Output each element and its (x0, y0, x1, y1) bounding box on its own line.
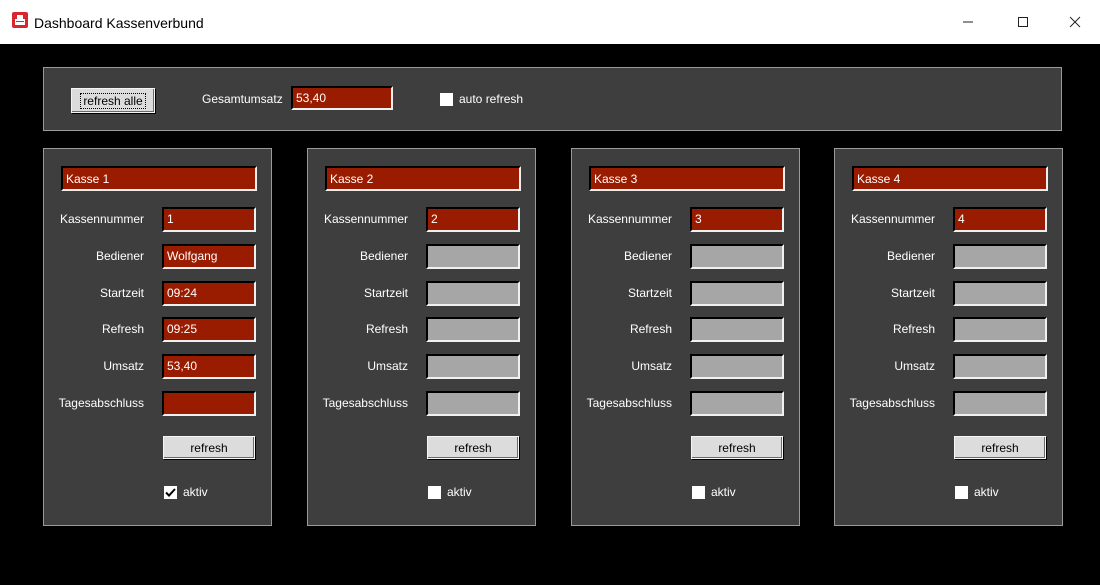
kasse-refresh-button[interactable]: refresh (691, 436, 783, 459)
aktiv-label: aktiv (447, 485, 472, 499)
umsatz-field[interactable]: 53,40 (162, 354, 256, 379)
aktiv-checkbox[interactable] (164, 486, 177, 499)
kasse-panel-2: Kasse 2 Kassennummer 2 Bediener Startzeit Ref… (307, 148, 536, 526)
bediener-field[interactable] (953, 244, 1047, 269)
refresh-label: Refresh (892, 322, 935, 336)
umsatz-label: Umsatz (103, 359, 144, 373)
close-icon (1069, 16, 1081, 28)
toolbar-panel: refresh alle Gesamtumsatz 53,40 auto ref… (43, 67, 1062, 131)
startzeit-label: Startzeit (99, 286, 144, 300)
refresh-label: Refresh (101, 322, 144, 336)
minimize-icon (963, 21, 973, 23)
tagesabschluss-label: Tagesabschluss (322, 396, 408, 410)
nummer-label: Kassennummer (59, 212, 144, 226)
tagesabschluss-field[interactable] (953, 391, 1047, 416)
bediener-label: Bediener (623, 249, 672, 263)
kasse-refresh-button[interactable]: refresh (954, 436, 1046, 459)
startzeit-label: Startzeit (627, 286, 672, 300)
umsatz-field[interactable] (690, 354, 784, 379)
refresh-label: Refresh (365, 322, 408, 336)
umsatz-field[interactable] (953, 354, 1047, 379)
kasse-name-field[interactable]: Kasse 4 (852, 166, 1048, 191)
bediener-field[interactable]: Wolfgang (162, 244, 256, 269)
nummer-field[interactable]: 1 (162, 207, 256, 232)
refresh-all-button[interactable]: refresh alle (71, 88, 155, 113)
umsatz-label: Umsatz (894, 359, 935, 373)
bediener-label: Bediener (95, 249, 144, 263)
window-title: Dashboard Kassenverbund (34, 15, 204, 31)
refresh-field[interactable] (426, 317, 520, 342)
startzeit-field[interactable] (426, 281, 520, 306)
tagesabschluss-label: Tagesabschluss (58, 396, 144, 410)
kasse-panel-1: Kasse 1 Kassennummer 1 Bediener Wolfgang Star… (43, 148, 272, 526)
close-button[interactable] (1050, 0, 1100, 44)
umsatz-label: Umsatz (631, 359, 672, 373)
checkmark-icon (165, 488, 176, 497)
tagesabschluss-field[interactable] (426, 391, 520, 416)
nummer-field[interactable]: 4 (953, 207, 1047, 232)
aktiv-checkbox[interactable] (692, 486, 705, 499)
refresh-label: Refresh (629, 322, 672, 336)
nummer-label: Kassennummer (587, 212, 672, 226)
maximize-icon (1018, 17, 1028, 27)
tagesabschluss-field[interactable] (690, 391, 784, 416)
auto-refresh-checkbox[interactable] (440, 93, 453, 106)
nummer-field[interactable]: 2 (426, 207, 520, 232)
tagesabschluss-field[interactable] (162, 391, 256, 416)
kasse-panel-3: Kasse 3 Kassennummer 3 Bediener Startzeit Ref… (571, 148, 800, 526)
auto-refresh-label: auto refresh (459, 92, 524, 106)
aktiv-label: aktiv (183, 485, 208, 499)
tagesabschluss-label: Tagesabschluss (849, 396, 935, 410)
startzeit-label: Startzeit (890, 286, 935, 300)
app-icon[interactable] (12, 12, 28, 28)
startzeit-field[interactable]: 09:24 (162, 281, 256, 306)
refresh-all-label: refresh alle (80, 92, 146, 109)
bediener-label: Bediener (359, 249, 408, 263)
app-window: Dashboard Kassenverbund refresh alle Ges… (0, 0, 1100, 585)
umsatz-label: Umsatz (367, 359, 408, 373)
aktiv-checkbox[interactable] (955, 486, 968, 499)
title-bar: Dashboard Kassenverbund (0, 0, 1100, 44)
tagesabschluss-label: Tagesabschluss (586, 396, 672, 410)
bediener-label: Bediener (886, 249, 935, 263)
bediener-field[interactable] (690, 244, 784, 269)
nummer-field[interactable]: 3 (690, 207, 784, 232)
kasse-refresh-label: refresh (718, 440, 756, 455)
startzeit-field[interactable] (690, 281, 784, 306)
nummer-label: Kassennummer (323, 212, 408, 226)
aktiv-label: aktiv (974, 485, 999, 499)
total-field[interactable]: 53,40 (291, 86, 393, 110)
umsatz-field[interactable] (426, 354, 520, 379)
kasse-refresh-label: refresh (981, 440, 1019, 455)
refresh-field[interactable] (690, 317, 784, 342)
kasse-refresh-button[interactable]: refresh (427, 436, 519, 459)
kasse-panel-4: Kasse 4 Kassennummer 4 Bediener Startzeit Ref… (834, 148, 1063, 526)
refresh-field[interactable] (953, 317, 1047, 342)
startzeit-label: Startzeit (363, 286, 408, 300)
refresh-field[interactable]: 09:25 (162, 317, 256, 342)
maximize-button[interactable] (998, 0, 1048, 44)
kasse-refresh-button[interactable]: refresh (163, 436, 255, 459)
aktiv-checkbox[interactable] (428, 486, 441, 499)
total-label: Gesamtumsatz (202, 92, 283, 106)
kasse-refresh-label: refresh (190, 440, 228, 455)
startzeit-field[interactable] (953, 281, 1047, 306)
kasse-name-field[interactable]: Kasse 2 (325, 166, 521, 191)
aktiv-label: aktiv (711, 485, 736, 499)
bediener-field[interactable] (426, 244, 520, 269)
kasse-name-field[interactable]: Kasse 1 (61, 166, 257, 191)
kasse-name-field[interactable]: Kasse 3 (589, 166, 785, 191)
minimize-button[interactable] (943, 0, 993, 44)
kasse-refresh-label: refresh (454, 440, 492, 455)
nummer-label: Kassennummer (850, 212, 935, 226)
